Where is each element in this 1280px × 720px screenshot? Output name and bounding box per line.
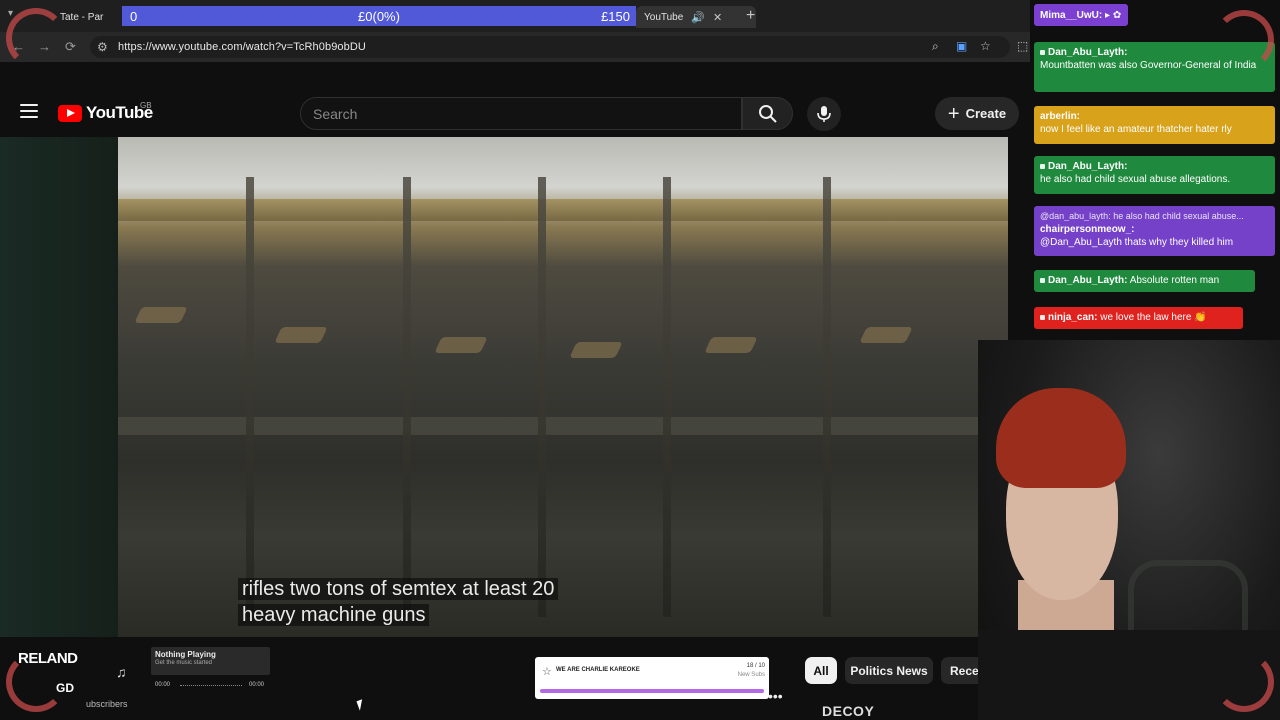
browser-tab-title: Tate - Par	[60, 11, 104, 23]
donation-goal-start: 0	[130, 8, 138, 24]
video-frame-rifle	[246, 177, 254, 617]
chat-username: Dan_Abu_Layth:	[1048, 47, 1128, 58]
sub-goal-count: 18 / 10	[746, 663, 765, 669]
chat-username: Dan_Abu_Layth:	[1048, 275, 1128, 286]
video-subtitles: rifles two tons of semtex at least 20 he…	[238, 576, 602, 628]
chat-username: Dan_Abu_Layth:	[1048, 161, 1128, 172]
filter-chip-recent[interactable]: Rece	[941, 657, 978, 684]
chat-text: he also had child sexual abuse allegatio…	[1040, 174, 1231, 185]
chat-message: @dan_abu_layth: he also had child sexual…	[1034, 206, 1275, 256]
chat-username: Mima__UwU:	[1040, 10, 1103, 21]
video-frame-rifle	[403, 177, 411, 617]
url-text[interactable]: https://www.youtube.com/watch?v=TcRh0b9o…	[118, 41, 366, 53]
star-icon: ☆	[542, 666, 552, 678]
music-total-time: 00:00	[249, 682, 265, 688]
tab-close-icon[interactable]: ✕	[713, 11, 722, 24]
sub-goal-progress-fill	[540, 689, 764, 693]
now-playing-widget: Nothing Playing Get the music started	[151, 647, 270, 675]
chat-message: Dan_Abu_Layth: he also had child sexual …	[1034, 156, 1275, 194]
video-frame-rifle-stock	[859, 327, 913, 343]
chat-reply-quote: @dan_abu_layth: he also had child sexual…	[1040, 211, 1244, 221]
video-frame-rifle	[663, 177, 671, 617]
site-info-icon[interactable]: ⚙	[97, 40, 108, 54]
menu-icon[interactable]	[20, 104, 38, 118]
video-frame-rifle-stock	[704, 337, 758, 353]
donation-goal-bar: 0 £0(0%) £150	[122, 6, 636, 26]
mouse-cursor-icon	[356, 699, 366, 711]
chat-username: arberlin:	[1040, 111, 1081, 122]
now-playing-subtitle: Get the music started	[155, 660, 213, 666]
new-tab-button[interactable]: +	[746, 7, 755, 25]
browser-tab-active[interactable]: YouTube 🔊 ✕	[636, 6, 756, 28]
voice-search-button[interactable]	[807, 97, 841, 131]
video-frame-rifle	[538, 177, 546, 617]
plus-icon: +	[947, 102, 960, 125]
tab-audio-icon[interactable]: 🔊	[691, 11, 705, 24]
extensions-icon[interactable]: ⬚	[1017, 39, 1028, 53]
region-code: GB	[140, 101, 152, 110]
thumbnail-text: DECOY	[822, 703, 875, 719]
video-frame-rifle	[823, 177, 831, 617]
create-button[interactable]: + Create	[935, 97, 1019, 130]
subtitle-line: rifles two tons of semtex at least 20	[238, 578, 559, 600]
music-note-icon: ♫	[116, 664, 127, 680]
chat-message: Mima__UwU: ▸ ✿	[1034, 4, 1128, 26]
donation-goal-progress-text: £0(0%)	[358, 8, 400, 24]
moderator-badge-icon	[1040, 163, 1045, 169]
subtitle-line: heavy machine guns	[238, 604, 430, 626]
zoom-icon[interactable]: ⌕	[932, 39, 939, 54]
subscriber-goal-widget: ☆ WE ARE CHARLIE KAREOKE 18 / 10 New Sub…	[535, 657, 769, 699]
left-background	[0, 137, 118, 637]
sub-goal-progress-track	[540, 689, 764, 693]
cast-icon[interactable]: ▣	[956, 39, 967, 53]
overlay-subscribers-text: ubscribers	[86, 699, 128, 709]
chat-message: Dan_Abu_Layth: Absolute rotten man	[1034, 270, 1255, 292]
youtube-play-logo-icon	[58, 104, 82, 122]
chat-username: chairpersonmeow_:	[1040, 224, 1135, 235]
reload-button[interactable]: ⟳	[65, 39, 76, 55]
subscriber-badge-icon	[1040, 314, 1045, 320]
video-frame-rifle-stock	[134, 307, 188, 323]
webcam-hair	[996, 388, 1126, 488]
youtube-logo[interactable]: YouTube	[58, 103, 153, 123]
video-frame-rifle-stock	[569, 342, 623, 358]
chat-username: ninja_can:	[1048, 312, 1098, 323]
browser-tab-title: YouTube	[644, 11, 684, 23]
chat-text: @Dan_Abu_Layth thats why they killed him	[1040, 237, 1234, 248]
frame-corner-decoration	[6, 8, 66, 68]
donation-goal-target: £150	[601, 8, 630, 24]
browser-tab-inactive[interactable]: Tate - Par	[60, 6, 130, 28]
filter-chip-politics-news[interactable]: Politics News	[845, 657, 933, 684]
chat-message: ninja_can: we love the law here 👏	[1034, 307, 1243, 329]
more-options-icon[interactable]: •••	[768, 688, 783, 704]
tab-list-chevron-icon[interactable]: ▾	[8, 8, 13, 19]
sub-goal-title: WE ARE CHARLIE KAREOKE	[556, 667, 640, 673]
chat-badge-icon: ▸ ✿	[1105, 10, 1122, 21]
chat-message: arberlin: now I feel like an amateur tha…	[1034, 106, 1275, 144]
sub-goal-label: New Subs	[737, 672, 765, 678]
bookmark-star-icon[interactable]: ☆	[980, 39, 991, 53]
filter-chip-all[interactable]: All	[805, 657, 837, 684]
now-playing-title: Nothing Playing	[155, 650, 216, 659]
moderator-badge-icon	[1040, 277, 1045, 283]
music-progress-track	[180, 685, 242, 687]
search-icon	[758, 104, 777, 123]
chat-text: we love the law here 👏	[1100, 312, 1207, 323]
chat-text: now I feel like an amateur thatcher hate…	[1040, 124, 1232, 135]
frame-corner-decoration	[1214, 10, 1274, 70]
mic-icon	[817, 106, 831, 122]
chat-text: Absolute rotten man	[1129, 275, 1220, 286]
search-button[interactable]	[742, 97, 793, 130]
search-input[interactable]	[313, 104, 733, 124]
frame-corner-decoration	[6, 652, 66, 712]
video-frame-rifle-stock	[434, 337, 488, 353]
moderator-badge-icon	[1040, 49, 1045, 55]
video-player[interactable]	[118, 137, 1008, 637]
frame-corner-decoration	[1214, 652, 1274, 712]
music-elapsed-time: 00:00	[155, 682, 171, 688]
create-label: Create	[965, 106, 1007, 121]
video-frame-rifle-stock	[274, 327, 328, 343]
